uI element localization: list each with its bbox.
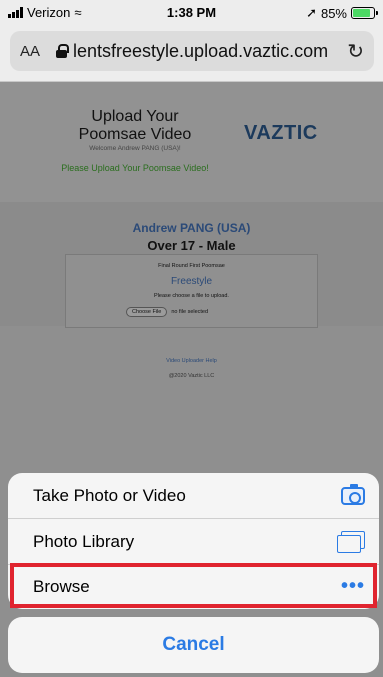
browse-option[interactable]: Browse ••• [8, 564, 379, 609]
file-status: no file selected [171, 309, 209, 315]
style-label: Freestyle [170, 276, 213, 287]
status-bar: Verizon ≈ 1:38 PM ➚ 85% [0, 0, 383, 26]
upload-message: Please Upload Your Poomsae Video! [61, 163, 209, 173]
status-right: ➚ 85% [306, 5, 378, 21]
battery-icon [351, 7, 378, 19]
battery-percent: 85% [320, 5, 347, 21]
camera-icon [341, 483, 365, 505]
welcome-text: Welcome Andrew PANG (USA)! [89, 145, 181, 152]
address-bar[interactable]: AA lentsfreestyle.upload.vaztic.com ↻ [10, 31, 374, 71]
take-photo-label: Take Photo or Video [33, 485, 186, 505]
file-row: Choose File no file selected [126, 307, 208, 317]
lock-icon [56, 44, 69, 58]
photo-library-label: Photo Library [33, 531, 135, 551]
cancel-button[interactable]: Cancel [8, 617, 379, 673]
page-title: Upload Your Poomsae Video [78, 108, 192, 143]
choose-prompt: Please choose a file to upload. [154, 293, 229, 299]
url-text[interactable]: lentsfreestyle.upload.vaztic.com [73, 41, 342, 62]
reload-icon[interactable]: ↻ [342, 39, 364, 64]
athlete-name: Andrew PANG (USA) [132, 221, 251, 235]
browse-label: Browse [33, 576, 90, 596]
division-label: Over 17 - Male [147, 238, 236, 253]
location-icon: ➚ [306, 5, 317, 20]
text-size-button[interactable]: AA [20, 43, 56, 60]
upload-card: Final Round First Poomsae Freestyle Plea… [65, 254, 318, 328]
browser-toolbar: AA lentsfreestyle.upload.vaztic.com ↻ [0, 26, 383, 82]
copyright-text: @2020 Vaztic LLC [168, 373, 215, 379]
vaztic-logo: VAZTIC [244, 122, 318, 144]
round-label: Final Round First Poomsae [158, 263, 225, 269]
help-link[interactable]: Video Uploader Help [0, 358, 383, 364]
more-icon: ••• [340, 575, 365, 597]
photo-library-option[interactable]: Photo Library [8, 519, 379, 564]
take-photo-option[interactable]: Take Photo or Video [8, 473, 379, 518]
photo-library-icon [337, 530, 365, 553]
choose-file-button[interactable]: Choose File [126, 307, 168, 317]
action-sheet: Take Photo or Video Photo Library Browse… [8, 473, 379, 609]
